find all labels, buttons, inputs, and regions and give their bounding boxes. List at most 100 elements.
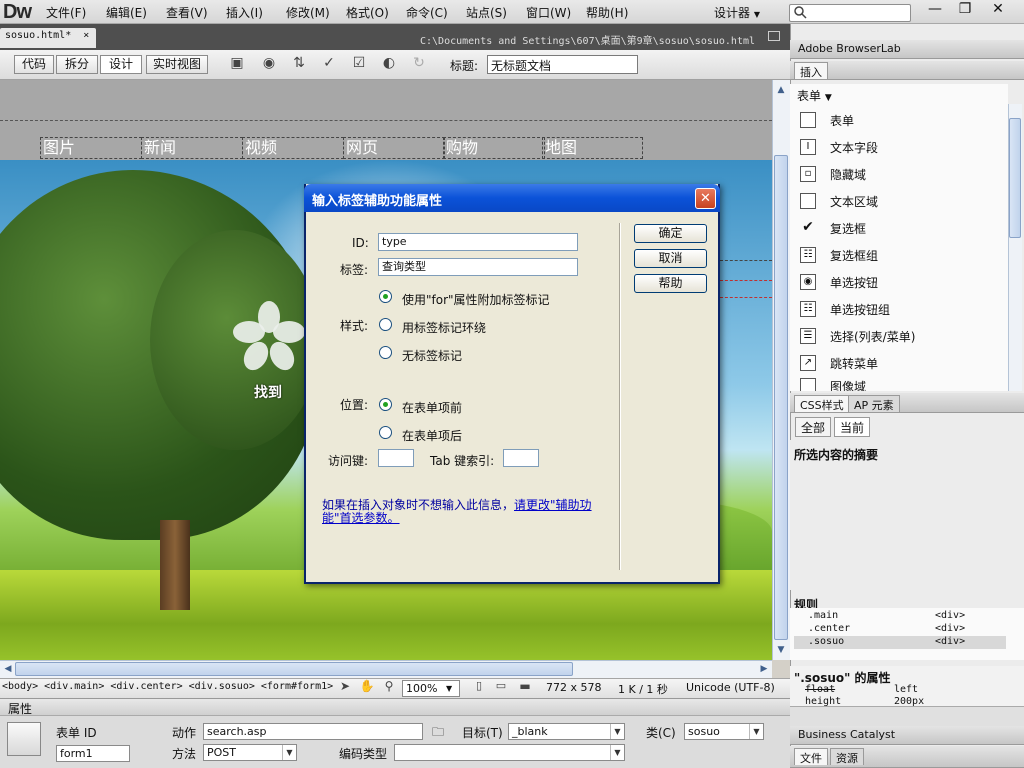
menu-help[interactable]: 帮助(H) [586, 4, 628, 21]
zoom-select[interactable]: 100% ▼ [402, 680, 460, 697]
position-option-before[interactable]: 在表单项前 [402, 399, 462, 416]
style-option-wrap[interactable]: 用标签标记环绕 [402, 319, 486, 336]
insert-item-textarea[interactable]: 文本区域 [800, 191, 878, 211]
design-view-button[interactable]: 设计 [100, 55, 142, 74]
desktop-size-icon[interactable]: ▬ [514, 679, 536, 699]
insert-item-jump-menu[interactable]: ↗ 跳转菜单 [800, 353, 878, 373]
form-id-input[interactable]: form1 [56, 745, 130, 762]
dialog-close-button[interactable]: ✕ [695, 188, 716, 209]
style-option-none[interactable]: 无标签标记 [402, 347, 462, 364]
restore-document-icon[interactable] [768, 31, 780, 41]
visual-aids-icon[interactable]: ◐ [378, 55, 400, 75]
nav-item-map[interactable]: 地图 [542, 137, 643, 159]
w3c-validation-icon[interactable]: ✓ [318, 55, 340, 75]
insert-item-select[interactable]: ☰ 选择(列表/菜单) [800, 326, 915, 346]
split-view-button[interactable]: 拆分 [56, 55, 98, 74]
workspace-switcher[interactable]: 设计器 ▼ [714, 4, 760, 21]
help-button[interactable]: 帮助 [634, 274, 707, 293]
nav-item-images[interactable]: 图片 [40, 137, 142, 159]
tab-css-styles[interactable]: CSS样式 [794, 395, 850, 412]
insert-category-select[interactable]: 表单 ▼ [797, 87, 832, 104]
vertical-scroll-thumb[interactable] [774, 155, 788, 640]
style-option-for[interactable]: 使用"for"属性附加标签标记 [402, 291, 550, 308]
position-radio-after[interactable] [379, 426, 392, 439]
action-input[interactable]: search.asp [203, 723, 423, 740]
menu-view[interactable]: 查看(V) [166, 4, 208, 21]
folder-icon[interactable]: 🗀 [432, 723, 448, 739]
file-management-icon[interactable]: ⇅ [288, 55, 310, 75]
scroll-right-icon[interactable]: ▶ [756, 661, 772, 677]
scroll-up-icon[interactable]: ▲ [773, 82, 789, 98]
tab-close-icon[interactable]: × [83, 30, 89, 41]
mobile-size-icon[interactable]: ▯ [468, 679, 490, 699]
style-radio-for[interactable] [379, 290, 392, 303]
style-radio-none[interactable] [379, 346, 392, 359]
method-select[interactable]: POST ▼ [203, 744, 297, 761]
tag-input[interactable]: 查询类型 [378, 258, 578, 276]
insert-item-text-field[interactable]: I 文本字段 [800, 137, 878, 157]
nav-item-news[interactable]: 新闻 [141, 137, 243, 159]
menu-commands[interactable]: 命令(C) [406, 4, 448, 21]
class-select[interactable]: sosuo ▼ [684, 723, 764, 740]
window-size[interactable]: 772 x 578 [546, 681, 602, 694]
preview-browser-icon[interactable]: ◉ [258, 55, 280, 75]
business-catalyst-header[interactable]: Business Catalyst [790, 726, 1024, 745]
target-select[interactable]: _blank ▼ [508, 723, 625, 740]
document-title-input[interactable]: 无标题文档 [487, 55, 638, 74]
code-view-button[interactable]: 代码 [14, 55, 54, 74]
rule-selector[interactable]: .center [808, 623, 850, 634]
prop-value[interactable]: left [894, 684, 918, 695]
menu-insert[interactable]: 插入(I) [226, 4, 263, 21]
tag-selector[interactable]: <body> <div.main> <div.center> <div.sosu… [2, 681, 333, 692]
insert-item-form[interactable]: 表单 [800, 110, 854, 130]
close-window-button[interactable]: ✕ [982, 0, 1014, 18]
document-tab[interactable]: sosuo.html* × [0, 28, 96, 48]
insert-item-hidden-field[interactable]: ▫ 隐藏域 [800, 164, 866, 184]
insert-item-checkbox-group[interactable]: ☷ 复选框组 [800, 245, 878, 265]
tab-insert[interactable]: 插入 [794, 62, 828, 79]
scroll-down-icon[interactable]: ▼ [773, 642, 789, 658]
tab-index-input[interactable] [503, 449, 539, 467]
position-option-after[interactable]: 在表单项后 [402, 427, 462, 444]
live-view-button[interactable]: 实时视图 [146, 55, 208, 74]
scroll-left-icon[interactable]: ◀ [0, 661, 16, 677]
minimize-button[interactable]: — [920, 0, 950, 18]
rule-selector[interactable]: .main [808, 610, 838, 621]
nav-item-web[interactable]: 网页 [343, 137, 445, 159]
multiscreen-icon[interactable]: ▣ [226, 55, 248, 75]
tab-files[interactable]: 文件 [794, 748, 828, 765]
rule-selector[interactable]: .sosuo [808, 636, 844, 647]
menu-modify[interactable]: 修改(M) [286, 4, 330, 21]
position-radio-before[interactable] [379, 398, 392, 411]
style-radio-wrap[interactable] [379, 318, 392, 331]
menu-window[interactable]: 窗口(W) [526, 4, 571, 21]
tab-assets[interactable]: 资源 [830, 748, 864, 765]
ok-button[interactable]: 确定 [634, 224, 707, 243]
menu-file[interactable]: 文件(F) [46, 4, 86, 21]
menu-format[interactable]: 格式(O) [346, 4, 389, 21]
help-search-input[interactable] [789, 4, 911, 22]
restore-button[interactable]: ❐ [950, 0, 980, 18]
insert-scroll-thumb[interactable] [1009, 118, 1021, 238]
prop-value[interactable]: 200px [894, 696, 924, 706]
check-browser-icon[interactable]: ☑ [348, 55, 370, 75]
prop-name[interactable]: float [805, 684, 835, 695]
cancel-button[interactable]: 取消 [634, 249, 707, 268]
insert-item-radio-group[interactable]: ☷ 单选按钮组 [800, 299, 890, 319]
menu-edit[interactable]: 编辑(E) [106, 4, 147, 21]
nav-item-shopping[interactable]: 购物 [443, 137, 545, 159]
css-current-button[interactable]: 当前 [834, 417, 871, 437]
nav-item-video[interactable]: 视频 [242, 137, 344, 159]
css-all-button[interactable]: 全部 [795, 417, 832, 437]
prop-name[interactable]: height [805, 696, 841, 706]
menu-site[interactable]: 站点(S) [466, 4, 507, 21]
insert-item-radio[interactable]: ◉ 单选按钮 [800, 272, 878, 292]
access-key-input[interactable] [378, 449, 414, 467]
select-tool-icon[interactable]: ➤ [334, 679, 356, 699]
hand-tool-icon[interactable]: ✋ [356, 679, 378, 699]
insert-item-checkbox[interactable]: ✔ 复选框 [800, 218, 866, 238]
tablet-size-icon[interactable]: ▭ [490, 679, 512, 699]
tab-ap-elements[interactable]: AP 元素 [848, 395, 900, 412]
refresh-icon[interactable]: ↻ [408, 55, 430, 75]
browserlab-panel-header[interactable]: Adobe BrowserLab [790, 40, 1024, 59]
